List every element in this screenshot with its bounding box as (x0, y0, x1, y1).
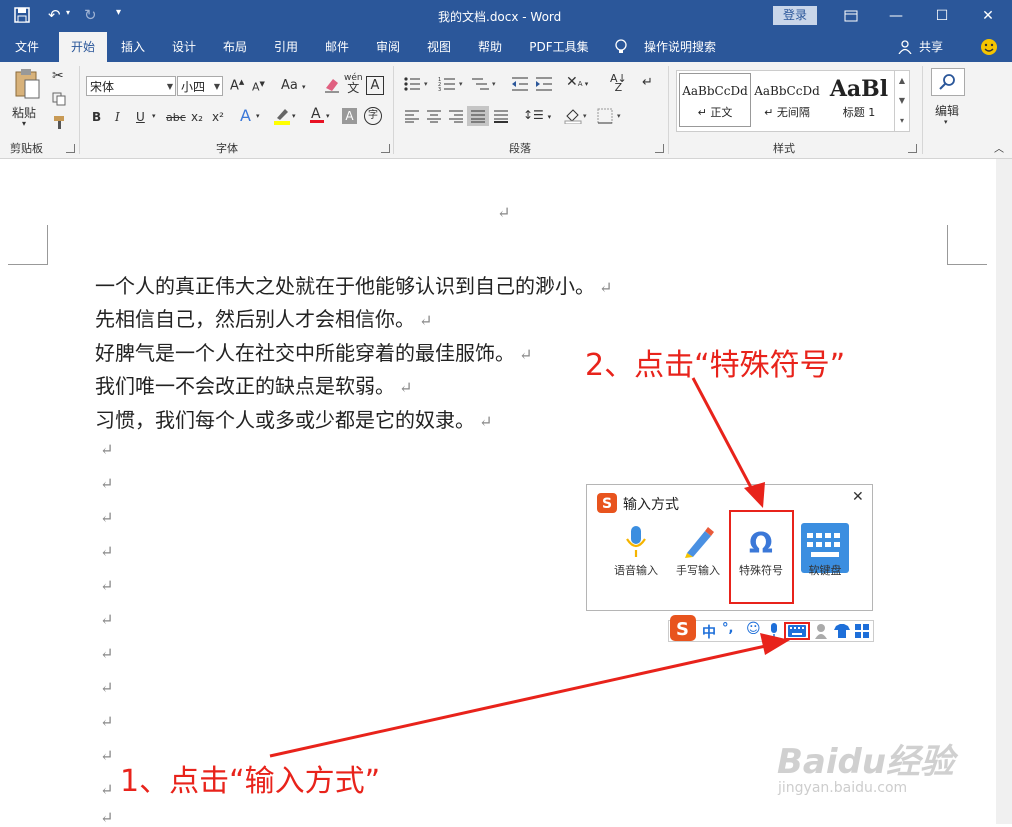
step2-annotation: 2、点击“特殊符号” (585, 348, 846, 383)
baidu-watermark-url: jingyan.baidu.com (778, 780, 908, 796)
arrow-step2-head (744, 482, 765, 508)
step1-annotation: 1、点击“输入方式” (120, 764, 381, 799)
annotation-arrows (269, 377, 790, 758)
arrow-step1-head (760, 633, 790, 655)
arrow-step2 (691, 377, 757, 496)
arrow-step1 (269, 643, 771, 758)
baidu-watermark: Baidu经验 (777, 742, 955, 782)
